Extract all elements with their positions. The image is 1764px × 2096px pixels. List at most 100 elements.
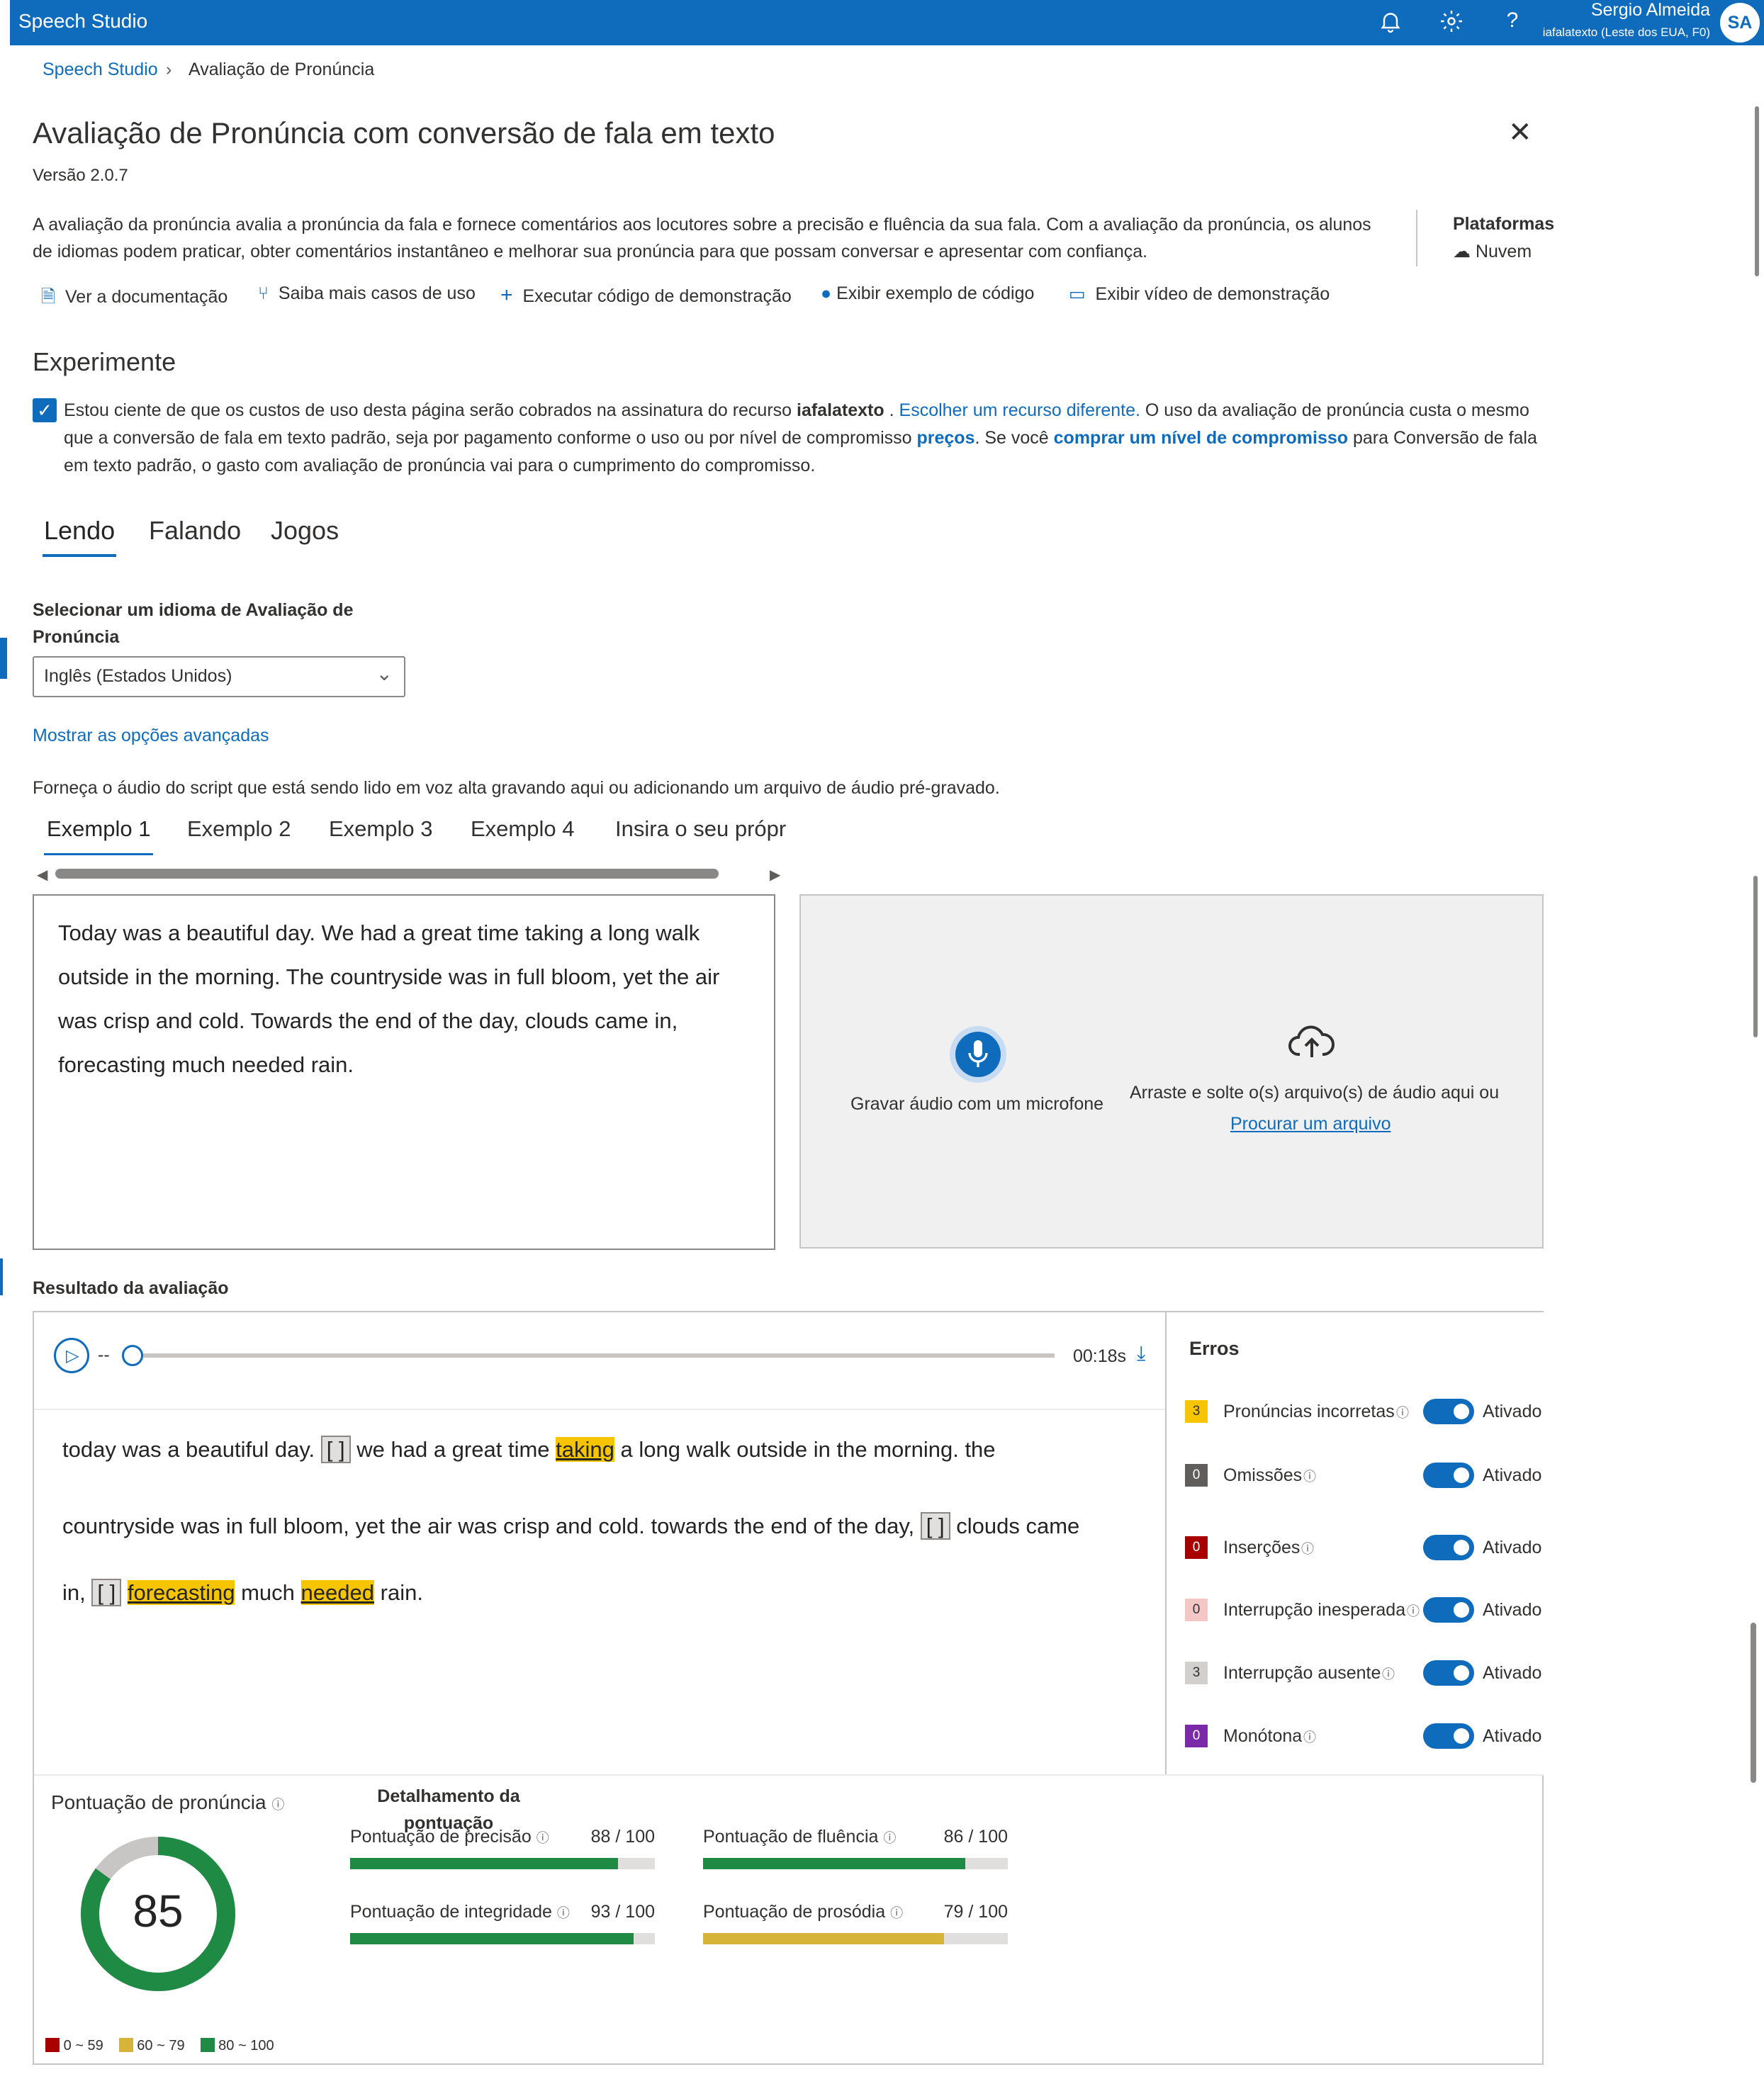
error-toggle[interactable] (1423, 1597, 1474, 1623)
buy-tier-link[interactable]: comprar um nível de compromisso (1054, 428, 1348, 448)
info-icon[interactable]: ⓘ (1407, 1601, 1420, 1620)
app-brand[interactable]: Speech Studio (18, 10, 147, 33)
advanced-options-link[interactable]: Mostrar as opções avançadas (33, 726, 269, 746)
overall-score-donut: 85 (81, 1837, 235, 1991)
score-bar (703, 1858, 1008, 1869)
divider (34, 1774, 1544, 1776)
help-icon[interactable]: ? (1500, 9, 1525, 34)
score-breakdown-item: Pontuação de integridade ⓘ 93 / 100 (350, 1902, 655, 1959)
tab-example-4[interactable]: Exemplo 4 (471, 816, 574, 842)
error-toggle[interactable] (1423, 1463, 1474, 1488)
error-label: Omissões (1223, 1465, 1303, 1485)
script-textbox[interactable]: Today was a beautiful day. We had a grea… (33, 894, 775, 1250)
breadcrumb-current: Avaliação de Pronúncia (189, 60, 375, 79)
legend-item: 60 ~ 79 (118, 2038, 185, 2053)
platform-cloud: ☁ Nuvem (1453, 242, 1532, 261)
focus-marker (0, 638, 7, 679)
error-count-badge: 0 (1185, 1725, 1208, 1747)
top-bar: Speech Studio ? Sergio Almeida iafalatex… (10, 0, 1764, 45)
audio-progress-track[interactable] (133, 1353, 1055, 1358)
resource-name: iafalatexto (797, 400, 884, 420)
score-bar (350, 1858, 655, 1869)
settings-gear-icon[interactable] (1439, 9, 1464, 34)
notification-bell-icon[interactable] (1378, 9, 1403, 34)
use-cases-link[interactable]: ⑂ Saiba mais casos de uso (258, 283, 476, 304)
time-start: -- (98, 1345, 110, 1365)
info-icon: ⓘ (536, 1831, 549, 1845)
consent-checkbox[interactable]: ✓ (33, 398, 57, 422)
breadcrumb-root[interactable]: Speech Studio (43, 60, 158, 80)
error-count-badge: 3 (1185, 1662, 1208, 1684)
error-row: 0 Omissões ⓘ Ativado (1167, 1460, 1545, 1491)
error-toggle[interactable] (1423, 1535, 1474, 1560)
close-icon[interactable]: ✕ (1508, 116, 1532, 149)
language-label: Selecionar um idioma de Avaliação de Pro… (33, 600, 354, 647)
scroll-right-icon[interactable]: ▶ (770, 866, 780, 884)
error-toggle-state: Ativado (1483, 1402, 1542, 1421)
download-icon[interactable]: ⤓ (1137, 1342, 1145, 1365)
vertical-scrollbar-thumb[interactable] (1751, 1623, 1756, 1783)
sample-code-link[interactable]: ● Exibir exemplo de código (821, 283, 1034, 304)
error-row: 0 Monótona ⓘ Ativado (1167, 1720, 1545, 1752)
audio-progress-thumb[interactable] (122, 1345, 143, 1366)
error-row: 0 Interrupção inesperada ⓘ Ativado (1167, 1594, 1545, 1625)
record-button[interactable] (950, 1026, 1006, 1083)
error-label: Inserções (1223, 1538, 1300, 1557)
vertical-scrollbar-thumb[interactable] (1755, 106, 1759, 276)
info-icon[interactable]: ⓘ (1301, 1539, 1314, 1557)
score-bar (703, 1933, 1008, 1944)
info-icon[interactable]: ⓘ (1396, 1403, 1409, 1421)
cloud-icon: ☁ (1453, 242, 1471, 261)
mispronounced-word[interactable]: forecasting (127, 1580, 235, 1605)
pricing-link[interactable]: preços (916, 428, 974, 448)
demo-video-link[interactable]: ▭ Exibir vídeo de demonstração (1069, 283, 1330, 305)
overall-score-value: 85 (133, 1886, 183, 1937)
tab-example-3[interactable]: Exemplo 3 (329, 816, 432, 842)
scroll-left-icon[interactable]: ◀ (37, 866, 47, 884)
provide-audio-text: Forneça o áudio do script que está sendo… (33, 778, 1000, 798)
score-breakdown-value: 88 / 100 (590, 1827, 655, 1847)
user-name: Sergio Almeida (1590, 0, 1710, 20)
error-row: 3 Pronúncias incorretas ⓘ Ativado (1167, 1396, 1545, 1427)
error-label: Interrupção ausente (1223, 1663, 1381, 1683)
info-icon[interactable]: ⓘ (1303, 1728, 1316, 1746)
tab-example-1[interactable]: Exemplo 1 (47, 816, 150, 842)
transcript-line-3: in, [ ] forecasting much needed rain. (62, 1579, 423, 1606)
transcript-line-2: countryside was in full bloom, yet the a… (62, 1512, 1080, 1540)
tab-reading[interactable]: Lendo (44, 516, 115, 546)
tab-games[interactable]: Jogos (271, 516, 339, 546)
user-tenant: iafalatexto (Leste dos EUA, F0) (1542, 26, 1710, 39)
language-select[interactable]: Inglês (Estados Unidos) ⌄ (33, 656, 405, 697)
docs-link[interactable]: 🗎 Ver a documentação (41, 283, 227, 314)
mispronounced-word[interactable]: needed (300, 1580, 374, 1605)
tab-speaking[interactable]: Falando (149, 516, 241, 546)
legend-swatch (200, 2038, 215, 2052)
error-toggle[interactable] (1423, 1723, 1474, 1749)
tab-custom[interactable]: Insira o seu própr (615, 816, 786, 842)
play-button[interactable]: ▷ (54, 1338, 89, 1373)
change-resource-link[interactable]: Escolher um recurso diferente. (899, 400, 1140, 420)
browse-file-link[interactable]: Procurar um arquivo (1230, 1114, 1391, 1134)
score-breakdown-value: 79 / 100 (943, 1902, 1008, 1922)
version-label: Versão 2.0.7 (33, 166, 128, 185)
tab-example-2[interactable]: Exemplo 2 (187, 816, 291, 842)
audio-upload-area: Gravar áudio com um microfone Arraste e … (799, 894, 1544, 1249)
horizontal-scrollbar[interactable] (55, 869, 719, 879)
info-icon: ⓘ (883, 1831, 897, 1845)
focus-marker (0, 1258, 3, 1295)
info-icon[interactable]: ⓘ (1382, 1664, 1395, 1683)
errors-panel: Erros 3 Pronúncias incorretas ⓘ Ativado 0 Om… (1165, 1312, 1544, 1774)
error-row: 3 Interrupção ausente ⓘ Ativado (1167, 1657, 1545, 1689)
error-toggle-state: Ativado (1483, 1726, 1542, 1746)
avatar[interactable]: SA (1720, 3, 1760, 43)
error-toggle-state: Ativado (1483, 1538, 1542, 1557)
score-bar-fill (350, 1858, 619, 1869)
video-icon: ▭ (1069, 284, 1086, 304)
error-toggle[interactable] (1423, 1399, 1474, 1424)
info-icon[interactable]: ⓘ (1303, 1467, 1316, 1485)
score-breakdown-label: Pontuação de prosódia ⓘ (703, 1902, 904, 1922)
vertical-scrollbar-thumb[interactable] (1753, 876, 1758, 1037)
mispronounced-word[interactable]: taking (556, 1437, 614, 1462)
error-toggle[interactable] (1423, 1660, 1474, 1686)
run-demo-link[interactable]: + Executar código de demonstração (500, 283, 792, 308)
